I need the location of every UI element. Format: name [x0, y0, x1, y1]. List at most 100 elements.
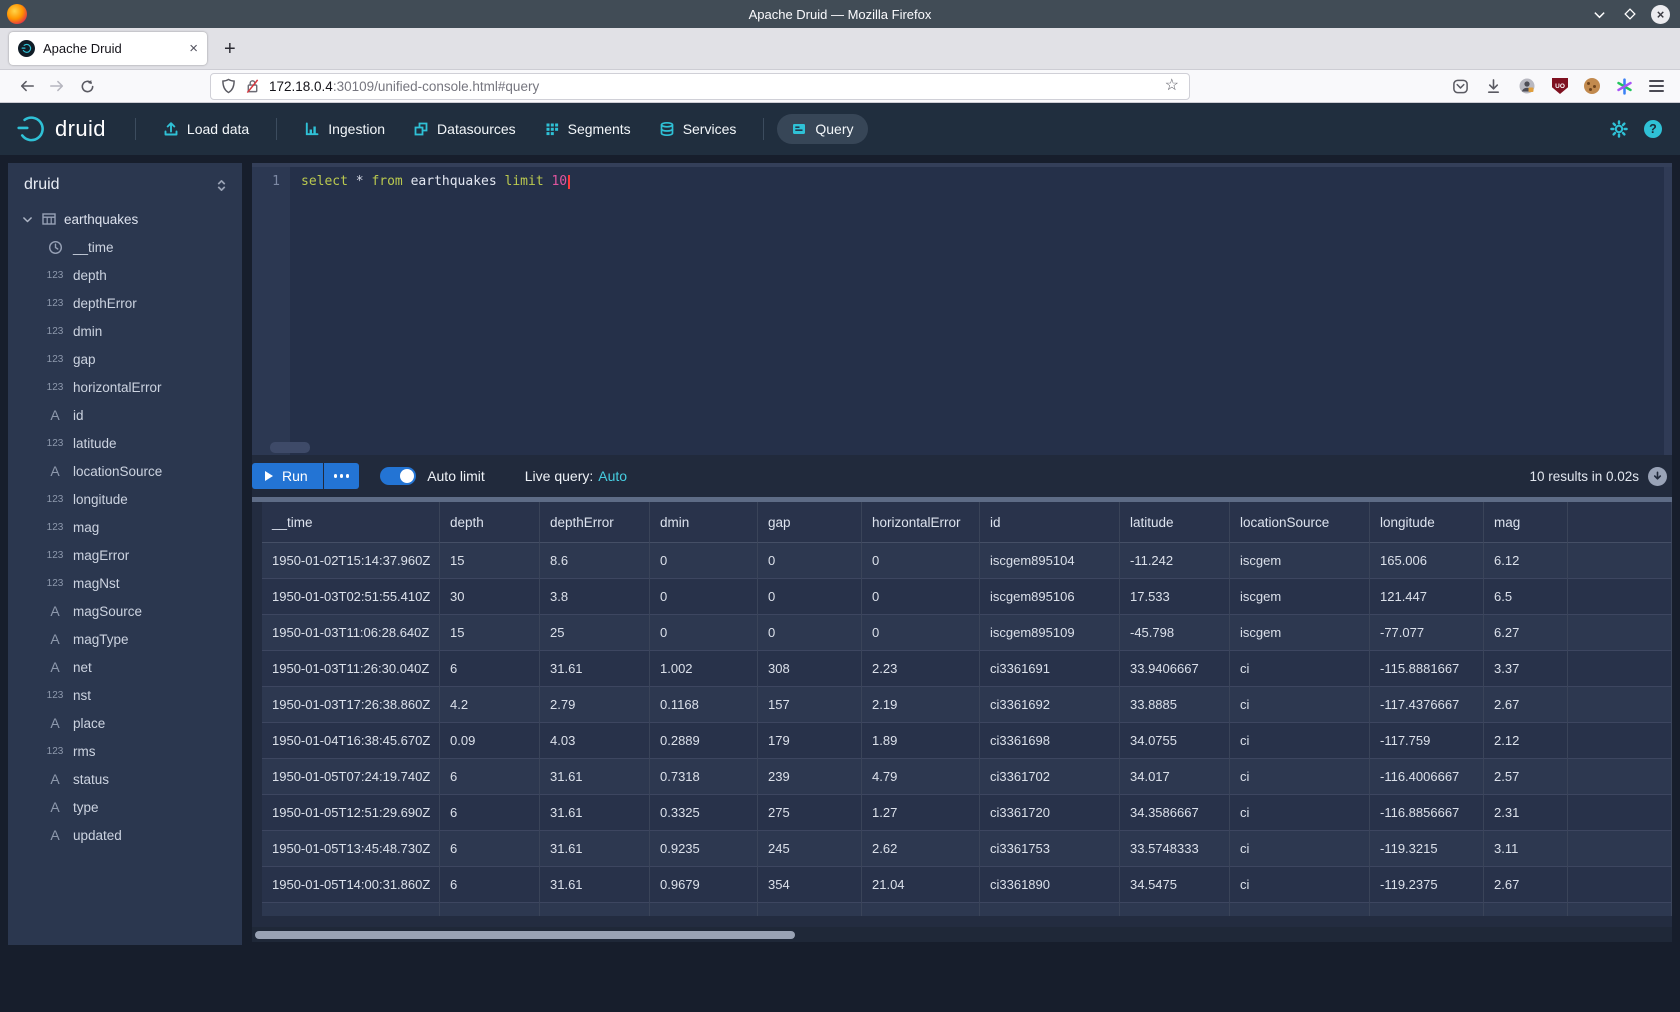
- table-cell[interactable]: 30: [440, 579, 540, 615]
- table-cell[interactable]: 4.79: [862, 759, 980, 795]
- table-cell[interactable]: 17.533: [1120, 579, 1230, 615]
- chevron-down-icon[interactable]: [21, 213, 34, 226]
- table-cell[interactable]: iscgem: [1230, 615, 1370, 651]
- table-cell[interactable]: 0: [650, 615, 758, 651]
- editor-horizontal-scrollbar[interactable]: [270, 442, 310, 453]
- table-cell[interactable]: ci: [1230, 759, 1370, 795]
- table-cell[interactable]: -117.759: [1370, 723, 1484, 759]
- column-header-id[interactable]: id: [980, 502, 1120, 543]
- table-cell[interactable]: 0.9235: [650, 831, 758, 867]
- column-header-gap[interactable]: gap: [758, 502, 862, 543]
- column-header-latitude[interactable]: latitude: [1120, 502, 1230, 543]
- table-cell[interactable]: 34.0755: [1120, 723, 1230, 759]
- table-cell[interactable]: 6: [440, 651, 540, 687]
- table-cell[interactable]: 2.23: [862, 651, 980, 687]
- sidebar-column-place[interactable]: Aplace: [8, 709, 242, 737]
- table-cell[interactable]: ci: [1230, 831, 1370, 867]
- table-cell[interactable]: ci: [1230, 687, 1370, 723]
- table-cell[interactable]: 1950-01-03T17:26:38.860Z: [262, 687, 440, 723]
- table-cell[interactable]: 308: [758, 651, 862, 687]
- sidebar-column-depth[interactable]: 123depth: [8, 261, 242, 289]
- table-cell[interactable]: 165.006: [1370, 543, 1484, 579]
- cookie-icon[interactable]: [1584, 78, 1600, 94]
- table-cell[interactable]: 25: [540, 615, 650, 651]
- table-cell[interactable]: 3.11: [1484, 831, 1568, 867]
- table-cell[interactable]: -116.4006667: [1370, 759, 1484, 795]
- table-cell[interactable]: 1.27: [862, 795, 980, 831]
- run-button[interactable]: Run: [252, 463, 323, 489]
- table-cell[interactable]: 1950-01-03T02:51:55.410Z: [262, 579, 440, 615]
- table-cell[interactable]: 15: [440, 543, 540, 579]
- table-cell[interactable]: 157: [758, 687, 862, 723]
- broken-lock-icon[interactable]: [245, 78, 260, 94]
- table-cell[interactable]: 33.5748333: [1120, 831, 1230, 867]
- sql-editor[interactable]: 1 select * from earthquakes limit 10: [252, 167, 1672, 455]
- tab-close-button[interactable]: ×: [189, 41, 198, 56]
- table-cell[interactable]: iscgem895106: [980, 579, 1120, 615]
- sidebar-column-mag[interactable]: 123mag: [8, 513, 242, 541]
- sidebar-column-depthError[interactable]: 123depthError: [8, 289, 242, 317]
- table-cell[interactable]: -11.242: [1120, 543, 1230, 579]
- table-cell[interactable]: 2.31: [1484, 795, 1568, 831]
- table-cell[interactable]: 31.61: [540, 831, 650, 867]
- table-cell[interactable]: ci: [1230, 651, 1370, 687]
- table-cell[interactable]: 275: [758, 795, 862, 831]
- back-button[interactable]: [12, 73, 42, 99]
- sidebar-column-type[interactable]: Atype: [8, 793, 242, 821]
- table-cell[interactable]: 6: [440, 795, 540, 831]
- table-scrollbar-thumb[interactable]: [255, 931, 795, 939]
- table-cell[interactable]: 2.12: [1484, 723, 1568, 759]
- reload-button[interactable]: [72, 73, 102, 99]
- table-cell[interactable]: ci3361702: [980, 759, 1120, 795]
- table-cell[interactable]: 0: [758, 615, 862, 651]
- table-cell[interactable]: 31.61: [540, 795, 650, 831]
- sidebar-table-earthquakes[interactable]: earthquakes: [8, 205, 242, 233]
- help-button[interactable]: ?: [1644, 120, 1662, 138]
- column-header-mag[interactable]: mag: [1484, 502, 1568, 543]
- menu-icon[interactable]: [1649, 80, 1664, 92]
- table-cell[interactable]: 0.1168: [650, 687, 758, 723]
- table-cell[interactable]: ci3361753: [980, 831, 1120, 867]
- table-cell[interactable]: 1950-01-05T13:45:48.730Z: [262, 831, 440, 867]
- table-cell[interactable]: ci3361692: [980, 687, 1120, 723]
- sidebar-column-dmin[interactable]: 123dmin: [8, 317, 242, 345]
- nav-item-query[interactable]: Query: [777, 114, 867, 144]
- table-cell[interactable]: -119.3215: [1370, 831, 1484, 867]
- nav-item-load-data[interactable]: Load data: [149, 114, 263, 144]
- url-text[interactable]: 172.18.0.4:30109/unified-console.html#qu…: [269, 79, 539, 94]
- column-header-dmin[interactable]: dmin: [650, 502, 758, 543]
- sidebar-column-status[interactable]: Astatus: [8, 765, 242, 793]
- table-cell[interactable]: 6.27: [1484, 615, 1568, 651]
- table-cell[interactable]: ci: [1230, 795, 1370, 831]
- table-cell[interactable]: 6: [440, 759, 540, 795]
- sidebar-column-latitude[interactable]: 123latitude: [8, 429, 242, 457]
- table-cell[interactable]: 0: [862, 579, 980, 615]
- sidebar-column-rms[interactable]: 123rms: [8, 737, 242, 765]
- table-cell[interactable]: 2.57: [1484, 759, 1568, 795]
- table-cell[interactable]: 34.5475: [1120, 867, 1230, 903]
- table-cell[interactable]: 1.89: [862, 723, 980, 759]
- table-cell[interactable]: ci: [1230, 867, 1370, 903]
- table-cell[interactable]: 0.9679: [650, 867, 758, 903]
- table-cell[interactable]: 0: [862, 543, 980, 579]
- table-cell[interactable]: 34.3586667: [1120, 795, 1230, 831]
- table-cell[interactable]: 6: [440, 831, 540, 867]
- tracking-shield-icon[interactable]: [221, 78, 236, 94]
- bookmark-star-icon[interactable]: ☆: [1165, 78, 1179, 94]
- table-cell[interactable]: 2.67: [1484, 867, 1568, 903]
- table-cell[interactable]: 0: [758, 579, 862, 615]
- downloads-icon[interactable]: [1485, 78, 1502, 95]
- table-cell[interactable]: 0: [862, 615, 980, 651]
- table-cell[interactable]: 31.61: [540, 867, 650, 903]
- sidebar-column-longitude[interactable]: 123longitude: [8, 485, 242, 513]
- table-cell[interactable]: iscgem895104: [980, 543, 1120, 579]
- table-cell[interactable]: 2.62: [862, 831, 980, 867]
- table-cell[interactable]: 3.37: [1484, 651, 1568, 687]
- table-cell[interactable]: -115.8881667: [1370, 651, 1484, 687]
- table-cell[interactable]: 1.002: [650, 651, 758, 687]
- sidebar-column-net[interactable]: Anet: [8, 653, 242, 681]
- maximize-button[interactable]: [1620, 4, 1640, 24]
- table-cell[interactable]: 34.017: [1120, 759, 1230, 795]
- table-cell[interactable]: iscgem895109: [980, 615, 1120, 651]
- table-cell[interactable]: 1950-01-05T14:00:31.860Z: [262, 867, 440, 903]
